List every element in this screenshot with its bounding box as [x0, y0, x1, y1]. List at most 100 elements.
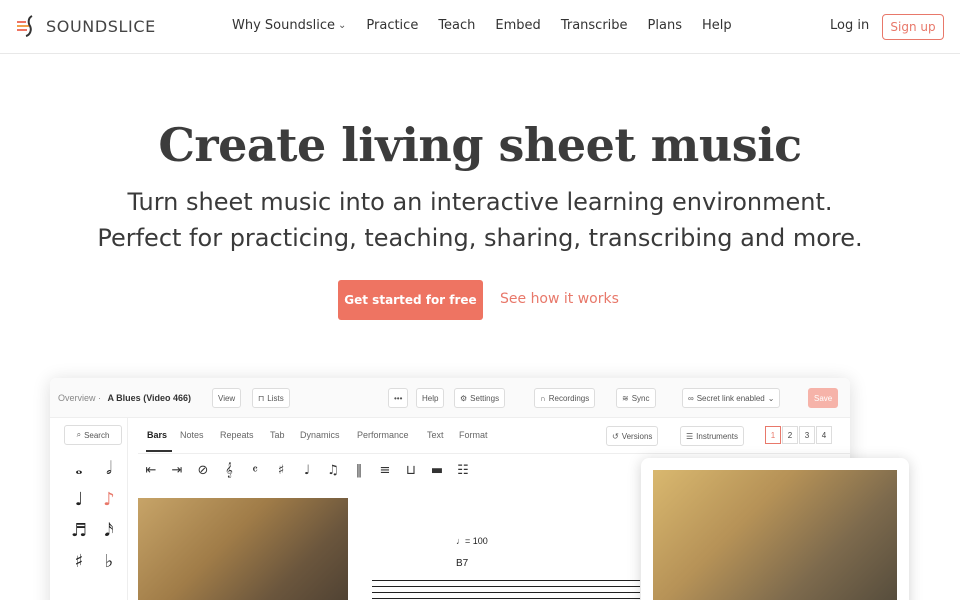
see-how-it-works-link[interactable]: See how it works [500, 291, 619, 307]
delete-bar-icon[interactable]: ⊘ [190, 463, 216, 478]
bookmark-icon: ⊓ [258, 393, 265, 403]
nav-why-soundslice[interactable]: Why Soundslice ⌄ [232, 18, 346, 33]
brand-name: SOUNDSLICE [46, 16, 156, 36]
get-started-button[interactable]: Get started for free [338, 280, 483, 320]
headphones-icon: ∩ [540, 393, 546, 403]
top-navigation: SOUNDSLICE Why Soundslice ⌄ Practice Tea… [0, 0, 960, 54]
more-button[interactable]: ••• [388, 388, 409, 408]
logo[interactable]: SOUNDSLICE [16, 14, 156, 38]
note-grid: 𝅝 𝅗𝅥 ♩ ♪ ♬ 𝅘𝅥𝅯 ♯ ♭ [64, 458, 124, 572]
help-button[interactable]: Help [416, 388, 445, 408]
pickup-bar-icon[interactable]: ⊔ [398, 463, 424, 478]
signup-button[interactable]: Sign up [882, 14, 944, 40]
thirty-second-note-icon[interactable]: 𝅘𝅥𝅯 [94, 520, 124, 541]
lists-label: Lists [267, 393, 284, 403]
flat-icon[interactable]: ♭ [94, 551, 124, 572]
tab-bars[interactable]: Bars [147, 430, 167, 440]
page-1-button[interactable]: 1 [765, 426, 781, 444]
instruments-label: Instruments [696, 431, 738, 441]
insert-bar-after-icon[interactable]: ⇥ [164, 463, 190, 478]
page-4-button[interactable]: 4 [816, 426, 832, 444]
saxophone-video[interactable] [653, 470, 897, 600]
tempo-icon[interactable]: ♩ [294, 463, 320, 478]
soundslice-logo-icon [17, 15, 33, 37]
chevron-down-icon: ⌄ [767, 393, 775, 403]
settings-label: Settings [470, 393, 500, 403]
sync-label: Sync [631, 393, 650, 403]
swing-icon[interactable]: ♫ [320, 463, 346, 478]
nav-embed[interactable]: Embed [495, 18, 540, 33]
staff-line [372, 586, 640, 587]
nav-help[interactable]: Help [702, 18, 732, 33]
staff-icon[interactable]: ☷ [450, 463, 476, 478]
waveform-icon: ≋ [622, 393, 629, 403]
recordings-label: Recordings [548, 393, 590, 403]
settings-button[interactable]: ⚙ Settings [454, 388, 506, 408]
hero-title: Create living sheet music [158, 118, 802, 172]
nav-teach[interactable]: Teach [438, 18, 475, 33]
tab-format[interactable]: Format [459, 430, 488, 440]
whole-note-icon[interactable]: 𝅝 [64, 458, 94, 479]
nav-plans[interactable]: Plans [648, 18, 682, 33]
history-icon: ↺ [612, 431, 619, 441]
chevron-down-icon: ⌄ [338, 20, 347, 31]
instruments-icon: ☰ [686, 431, 694, 441]
versions-label: Versions [621, 431, 653, 441]
hero-subtitle-line2: Perfect for practicing, teaching, sharin… [97, 224, 863, 252]
page-3-button[interactable]: 3 [799, 426, 815, 444]
login-link[interactable]: Log in [830, 18, 869, 33]
tab-repeats[interactable]: Repeats [220, 430, 254, 440]
active-tab-underline [146, 450, 172, 452]
tab-tab[interactable]: Tab [270, 430, 285, 440]
notation-toolbar: ⇤ ⇥ ⊘ 𝄞 𝄴 ♯ ♩ ♫ ‖ ≡ ⊔ ▬ ☷ [138, 456, 698, 484]
score-area[interactable]: ♩= 100 B7 [348, 498, 640, 600]
tempo-marking: ♩= 100 [456, 536, 488, 546]
view-button[interactable]: View [212, 388, 242, 408]
nav-transcribe[interactable]: Transcribe [561, 18, 628, 33]
multi-rest-icon[interactable]: ▬ [424, 463, 450, 478]
palette-search[interactable]: ⌕ Search [64, 425, 122, 445]
eighth-note-icon[interactable]: ♪ [94, 489, 124, 510]
instruments-button[interactable]: ☰ Instruments [680, 426, 744, 446]
notation-palette: ⌕ Search 𝅝 𝅗𝅥 ♩ ♪ ♬ 𝅘𝅥𝅯 ♯ ♭ [58, 418, 128, 600]
half-note-icon[interactable]: 𝅗𝅥 [94, 458, 124, 479]
recordings-button[interactable]: ∩ Recordings [534, 388, 596, 408]
nav-label: Why Soundslice [232, 18, 335, 33]
staff-line [372, 598, 640, 599]
quarter-note-icon[interactable]: ♩ [64, 489, 94, 510]
link-icon: ∞ [688, 393, 694, 403]
staff-line [372, 580, 640, 581]
lists-button[interactable]: ⊓ Lists [252, 388, 290, 408]
page-2-button[interactable]: 2 [782, 426, 798, 444]
tablet-video-preview [641, 458, 909, 600]
double-barline-icon[interactable]: ‖ [346, 463, 372, 478]
chord-symbol: B7 [456, 558, 469, 569]
time-signature-icon[interactable]: 𝄴 [242, 463, 268, 478]
editor-toolbar: Overview · A Blues (Video 466) View ⊓ Li… [50, 378, 850, 418]
sharp-icon[interactable]: ♯ [64, 551, 94, 572]
main-nav: Why Soundslice ⌄ Practice Teach Embed Tr… [232, 18, 752, 33]
hero-subtitle-line1: Turn sheet music into an interactive lea… [127, 188, 833, 216]
breadcrumb-title: A Blues (Video 466) [107, 393, 192, 403]
final-barline-icon[interactable]: ≡ [372, 463, 398, 478]
tab-notes[interactable]: Notes [180, 430, 204, 440]
nav-practice[interactable]: Practice [366, 18, 418, 33]
search-label: Search [84, 430, 110, 440]
tab-performance[interactable]: Performance [357, 430, 409, 440]
search-icon: ⌕ [76, 430, 82, 439]
sixteenth-note-icon[interactable]: ♬ [64, 520, 94, 541]
save-button[interactable]: Save [808, 388, 839, 408]
performance-video[interactable] [138, 498, 348, 600]
sync-button[interactable]: ≋ Sync [616, 388, 656, 408]
versions-button[interactable]: ↺ Versions [606, 426, 659, 446]
key-signature-icon[interactable]: ♯ [268, 463, 294, 478]
breadcrumb: Overview · A Blues (Video 466) [58, 393, 192, 403]
tab-dynamics[interactable]: Dynamics [300, 430, 340, 440]
breadcrumb-root[interactable]: Overview [58, 393, 96, 403]
tab-text[interactable]: Text [427, 430, 444, 440]
treble-clef-icon[interactable]: 𝄞 [216, 463, 242, 478]
secret-link-label: Secret link enabled [696, 393, 765, 403]
insert-bar-before-icon[interactable]: ⇤ [138, 463, 164, 478]
secret-link-dropdown[interactable]: ∞ Secret link enabled ⌄ [682, 388, 781, 408]
gear-icon: ⚙ [460, 393, 468, 403]
